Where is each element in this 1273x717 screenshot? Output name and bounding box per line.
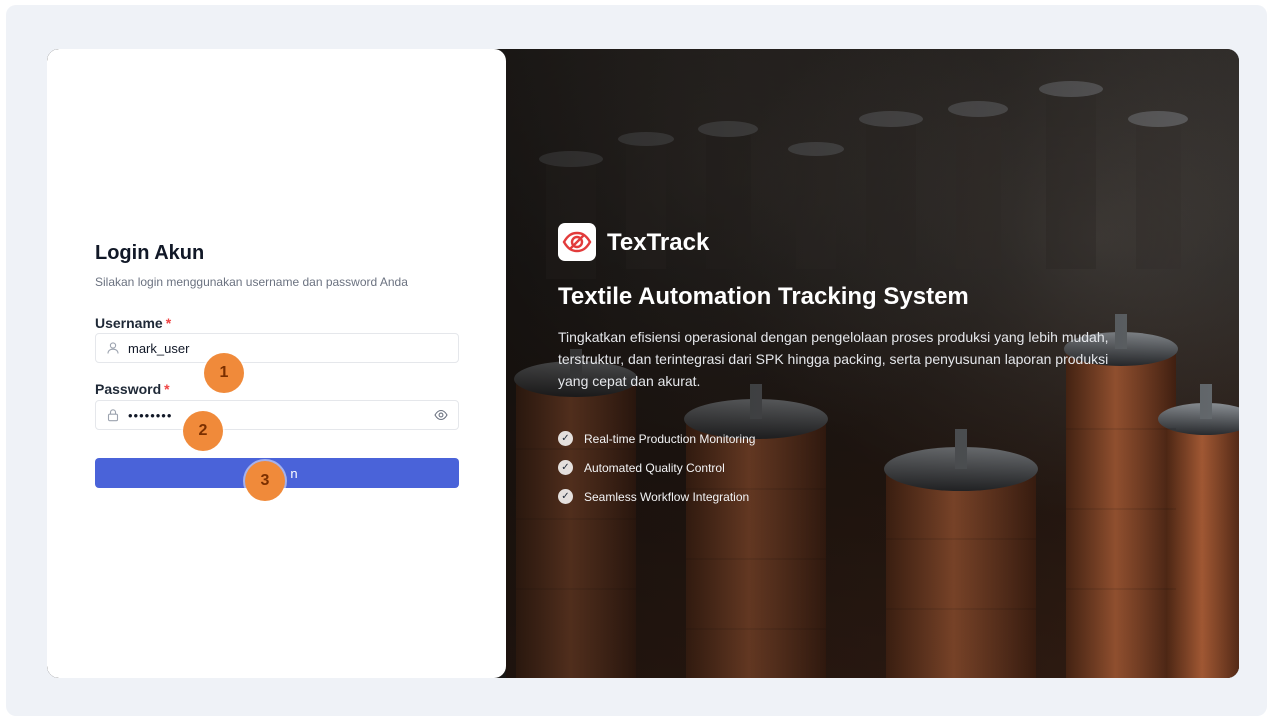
required-marker: * — [164, 381, 170, 397]
check-icon: ✓ — [558, 431, 573, 446]
step-badge-1: 1 — [204, 353, 244, 393]
password-label: Password * — [95, 381, 170, 397]
feature-item: ✓ Seamless Workflow Integration — [558, 489, 749, 504]
username-field[interactable] — [95, 333, 459, 363]
user-icon — [107, 342, 119, 354]
password-label-text: Password — [95, 381, 162, 397]
password-field[interactable] — [95, 400, 459, 430]
username-label: Username * — [95, 315, 171, 331]
feature-item: ✓ Real-time Production Monitoring — [558, 431, 755, 446]
login-subtitle: Silakan login menggunakan username dan p… — [95, 275, 408, 289]
password-input[interactable] — [128, 401, 428, 429]
username-label-text: Username — [95, 315, 163, 331]
feature-item: ✓ Automated Quality Control — [558, 460, 725, 475]
feature-label: Real-time Production Monitoring — [584, 431, 756, 446]
hero-description: Tingkatkan efisiensi operasional dengan … — [558, 329, 1109, 389]
hero-panel: TexTrack Textile Automation Tracking Sys… — [506, 49, 1239, 678]
feature-label: Automated Quality Control — [584, 460, 725, 475]
lock-icon — [107, 409, 119, 422]
step-badge-2: 2 — [183, 411, 223, 451]
check-icon: ✓ — [558, 489, 573, 504]
login-panel: Login Akun Silakan login menggunakan use… — [47, 49, 506, 678]
required-marker: * — [165, 315, 172, 331]
step-badge-3: 3 — [245, 461, 285, 501]
check-icon: ✓ — [558, 460, 573, 475]
hero-title: Textile Automation Tracking System — [558, 283, 969, 310]
username-input[interactable] — [128, 334, 428, 362]
eye-icon[interactable] — [434, 409, 448, 421]
brand-name: TexTrack — [607, 229, 710, 256]
feature-label: Seamless Workflow Integration — [584, 489, 750, 504]
textrack-logo-icon — [558, 223, 596, 261]
login-title: Login Akun — [95, 242, 205, 264]
